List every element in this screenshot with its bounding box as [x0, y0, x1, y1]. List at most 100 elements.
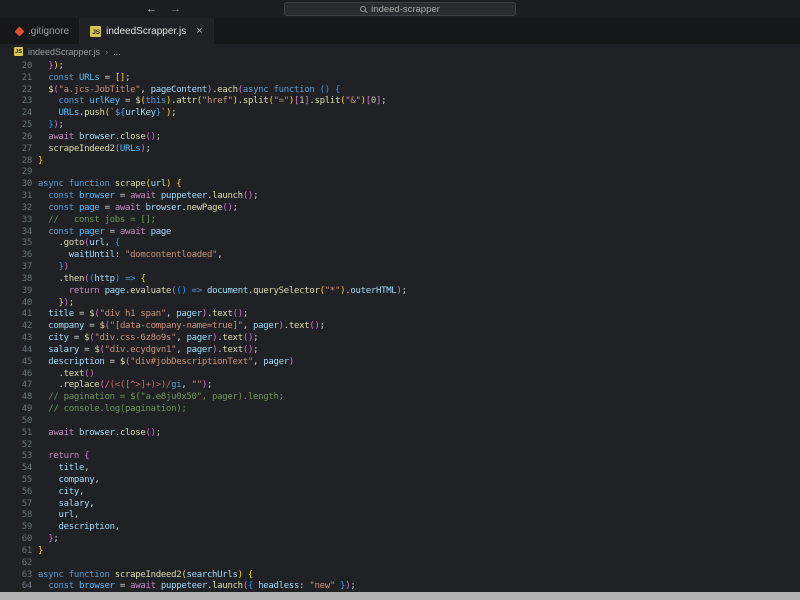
code-line[interactable]: 52: [0, 440, 800, 452]
code-line[interactable]: 60 };: [0, 534, 800, 546]
line-number: 46: [0, 369, 32, 381]
code-line[interactable]: 24 URLs.push(`${urlKey}`);: [0, 108, 800, 120]
code-line[interactable]: 54 title,: [0, 463, 800, 475]
code-line[interactable]: 53 return {: [0, 451, 800, 463]
js-icon: JS: [90, 26, 101, 37]
line-number: 53: [0, 451, 32, 463]
code-line[interactable]: 48 // pagination = $("a.e8ju0x50", pager…: [0, 392, 800, 404]
code-text: });: [32, 298, 74, 310]
code-line[interactable]: 59 description,: [0, 522, 800, 534]
code-line[interactable]: 61}: [0, 546, 800, 558]
back-icon[interactable]: ←: [146, 3, 157, 15]
line-number: 27: [0, 144, 32, 156]
code-line[interactable]: 56 city,: [0, 487, 800, 499]
code-line[interactable]: 62: [0, 558, 800, 570]
code-line[interactable]: 38 .then((http) => {: [0, 274, 800, 286]
code-text: });: [32, 120, 64, 132]
code-text: });: [32, 61, 64, 73]
breadcrumb[interactable]: JS indeedScrapper.js › ...: [0, 44, 800, 59]
code-line[interactable]: 29: [0, 167, 800, 179]
code-line[interactable]: 42 company = $("[data-company-name=true]…: [0, 321, 800, 333]
code-text: description,: [32, 522, 120, 534]
command-center-search[interactable]: indeed-scrapper: [284, 2, 516, 16]
code-text: return {: [32, 451, 89, 463]
code-line[interactable]: 23 const urlKey = $(this).attr("href").s…: [0, 96, 800, 108]
code-line[interactable]: 26 await browser.close();: [0, 132, 800, 144]
code-editor[interactable]: 20 });21 const URLs = [];22 $("a.jcs-Job…: [0, 59, 800, 592]
code-line[interactable]: 33 // const jobs = [];: [0, 215, 800, 227]
code-line[interactable]: 63async function scrapeIndeed2(searchUrl…: [0, 570, 800, 582]
code-line[interactable]: 47 .replace(/(<([^>]+)>)/gi, "");: [0, 380, 800, 392]
code-text: city,: [32, 487, 84, 499]
code-text: scrapeIndeed2(URLs);: [32, 144, 151, 156]
code-line[interactable]: 40 });: [0, 298, 800, 310]
line-number: 59: [0, 522, 32, 534]
code-text: salary = $("div.ecydgvn1", pager).text()…: [32, 345, 258, 357]
code-line[interactable]: 46 .text(): [0, 369, 800, 381]
breadcrumb-file[interactable]: indeedScrapper.js: [28, 47, 100, 57]
code-line[interactable]: 51 await browser.close();: [0, 428, 800, 440]
code-line[interactable]: 35 .goto(url, {: [0, 238, 800, 250]
titlebar: ← → indeed-scrapper: [0, 0, 800, 18]
code-text: };: [32, 534, 59, 546]
tab-indeedscrapper[interactable]: JS indeedScrapper.js ×: [80, 18, 214, 44]
git-icon: [15, 26, 25, 36]
code-text: $("a.jcs-JobTitle", pageContent).each(as…: [32, 85, 340, 97]
code-line[interactable]: 39 return page.evaluate(() => document.q…: [0, 286, 800, 298]
line-number: 36: [0, 250, 32, 262]
line-number: 38: [0, 274, 32, 286]
code-line[interactable]: 25 });: [0, 120, 800, 132]
tab-gitignore[interactable]: .gitignore: [6, 18, 80, 44]
line-number: 49: [0, 404, 32, 416]
line-number: 35: [0, 238, 32, 250]
line-number: 41: [0, 309, 32, 321]
js-icon: JS: [14, 47, 23, 56]
line-number: 47: [0, 380, 32, 392]
code-line[interactable]: 41 title = $("div h1 span", pager).text(…: [0, 309, 800, 321]
code-text: .then((http) => {: [32, 274, 146, 286]
code-line[interactable]: 49 // console.log(pagination);: [0, 404, 800, 416]
line-number: 54: [0, 463, 32, 475]
code-text: [32, 558, 38, 570]
close-icon[interactable]: ×: [196, 26, 202, 37]
code-line[interactable]: 45 description = $("div#jobDescriptionTe…: [0, 357, 800, 369]
code-text: // console.log(pagination);: [32, 404, 186, 416]
code-line[interactable]: 50: [0, 416, 800, 428]
code-line[interactable]: 21 const URLs = [];: [0, 73, 800, 85]
code-line[interactable]: 57 salary,: [0, 499, 800, 511]
code-line[interactable]: 58 url,: [0, 510, 800, 522]
nav-history: ← →: [146, 0, 181, 18]
code-line[interactable]: 32 const page = await browser.newPage();: [0, 203, 800, 215]
line-number: 62: [0, 558, 32, 570]
code-text: .goto(url, {: [32, 238, 120, 250]
code-line[interactable]: 36 waitUntil: "domcontentloaded",: [0, 250, 800, 262]
code-text: const pager = await page: [32, 227, 171, 239]
code-text: [32, 416, 38, 428]
code-line[interactable]: 64 const browser = await puppeteer.launc…: [0, 581, 800, 592]
code-text: .replace(/(<([^>]+)>)/gi, "");: [32, 380, 212, 392]
code-line[interactable]: 44 salary = $("div.ecydgvn1", pager).tex…: [0, 345, 800, 357]
breadcrumb-ellipsis[interactable]: ...: [113, 47, 121, 57]
code-line[interactable]: 30async function scrape(url) {: [0, 179, 800, 191]
code-text: URLs.push(`${urlKey}`);: [32, 108, 176, 120]
line-number: 42: [0, 321, 32, 333]
code-line[interactable]: 27 scrapeIndeed2(URLs);: [0, 144, 800, 156]
code-text: description = $("div#jobDescriptionText"…: [32, 357, 294, 369]
code-line[interactable]: 20 });: [0, 61, 800, 73]
code-text: // pagination = $("a.e8ju0x50", pager).l…: [32, 392, 284, 404]
code-text: const URLs = [];: [32, 73, 130, 85]
code-text: title,: [32, 463, 89, 475]
code-line[interactable]: 31 const browser = await puppeteer.launc…: [0, 191, 800, 203]
line-number: 33: [0, 215, 32, 227]
code-text: [32, 440, 38, 452]
code-line[interactable]: 34 const pager = await page: [0, 227, 800, 239]
code-text: return page.evaluate(() => document.quer…: [32, 286, 407, 298]
code-line[interactable]: 37 }): [0, 262, 800, 274]
code-line[interactable]: 43 city = $("div.css-6z8o9s", pager).tex…: [0, 333, 800, 345]
code-line[interactable]: 28}: [0, 156, 800, 168]
code-line[interactable]: 22 $("a.jcs-JobTitle", pageContent).each…: [0, 85, 800, 97]
code-text: company = $("[data-company-name=true]", …: [32, 321, 325, 333]
code-line[interactable]: 55 company,: [0, 475, 800, 487]
line-number: 23: [0, 96, 32, 108]
forward-icon[interactable]: →: [170, 3, 181, 15]
